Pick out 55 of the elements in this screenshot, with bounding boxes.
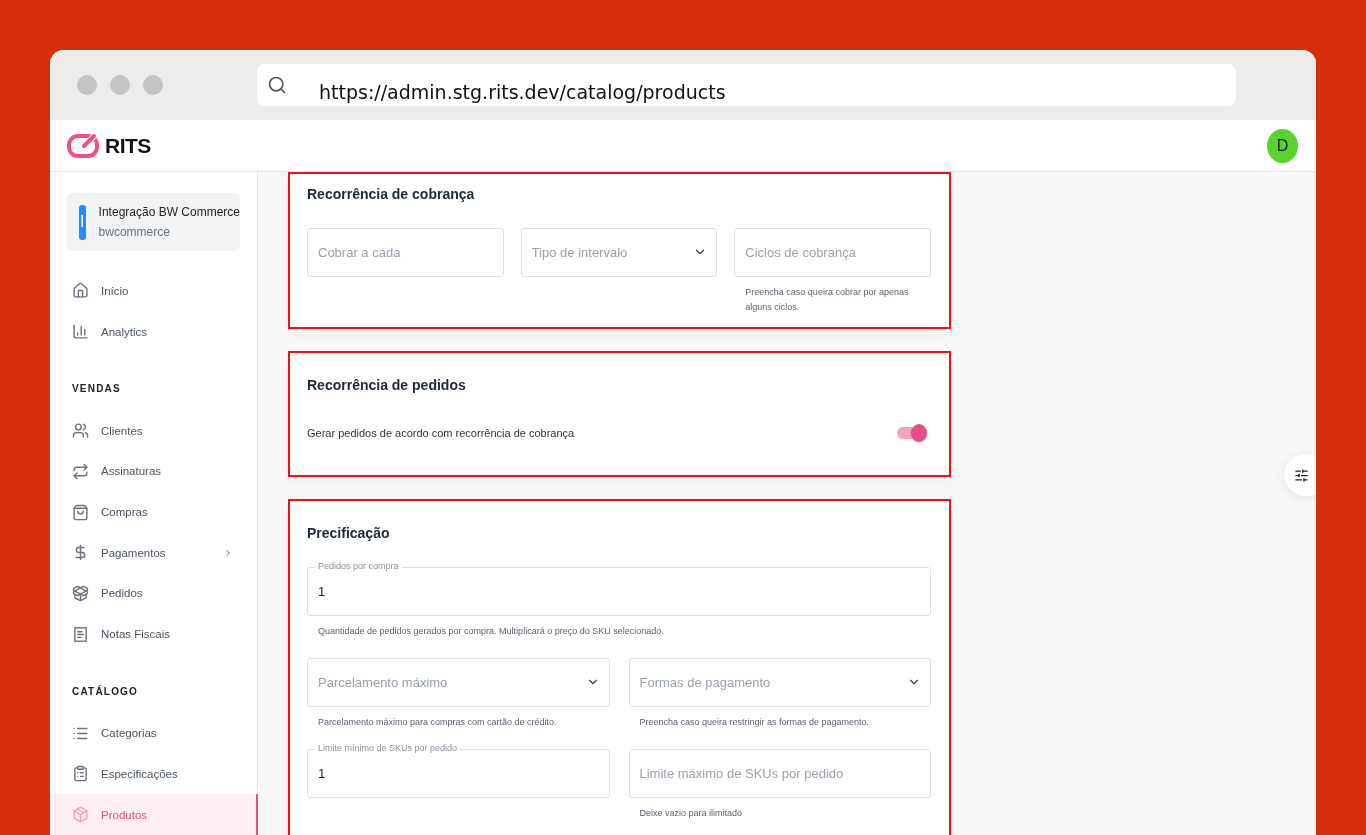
- window-dot: [110, 75, 130, 95]
- helper-text: Deixe vazio para ilimitado: [638, 807, 744, 820]
- receipt-icon: [72, 625, 89, 643]
- sidebar-item[interactable]: Assinaturas: [50, 451, 257, 492]
- sidebar-item[interactable]: Clientes: [50, 410, 257, 451]
- input-field[interactable]: Cobrar a cada: [307, 228, 504, 277]
- sidebar-item[interactable]: Categorias: [50, 712, 257, 754]
- card-title: Precificação: [307, 525, 391, 541]
- chevron-right-icon: [223, 547, 233, 558]
- select-field[interactable]: Tipo de intervalo: [520, 228, 718, 277]
- url-text: https://admin.stg.rits.dev/catalog/products: [319, 81, 726, 103]
- address-bar[interactable]: https://admin.stg.rits.dev/catalog/products: [257, 64, 1236, 106]
- input-field[interactable]: Ciclos de cobrança: [734, 228, 931, 277]
- field-label: Pedidos por compra: [315, 561, 402, 571]
- sliders-icon: [1294, 467, 1309, 483]
- helper-text: Parcelamento máximo para compras com cartão de crédito.: [317, 716, 558, 729]
- section-heading: VENDAS: [71, 382, 122, 397]
- users-icon: [72, 422, 89, 440]
- workspace-initial: I: [79, 204, 86, 240]
- chart-icon: [72, 323, 89, 341]
- workspace-slug: bwcommerce: [98, 225, 171, 240]
- logo-text: RITS: [105, 133, 151, 158]
- home-icon: [72, 282, 89, 300]
- helper-text: Quantidade de pedidos gerados por compra. Multiplicará o preço do SKU selecionado.: [317, 625, 665, 638]
- sidebar-item[interactable]: Especificações: [50, 753, 257, 795]
- toggle-switch[interactable]: [897, 423, 927, 443]
- helper-text: Preencha caso queira cobrar por apenas alguns ciclos.: [744, 286, 910, 314]
- user-avatar[interactable]: D: [1267, 128, 1298, 163]
- search-icon: [267, 75, 287, 95]
- select-field[interactable]: Parcelamento máximo: [307, 658, 610, 707]
- repeat-icon: [72, 462, 89, 480]
- select-field[interactable]: Formas de pagamento: [628, 658, 931, 707]
- input-field[interactable]: Limite máximo de SKUs por pedido: [628, 749, 931, 798]
- card-title: Recorrência de pedidos: [307, 377, 467, 393]
- sidebar-item[interactable]: Pagamentos: [50, 532, 257, 574]
- logo-icon: [67, 132, 101, 159]
- workspace-card[interactable]: I Integração BW Commerce bwcommerce: [67, 193, 240, 252]
- sidebar-item[interactable]: Início: [50, 270, 257, 312]
- window-dot: [143, 75, 163, 95]
- clipboard-icon: [72, 765, 89, 783]
- sidebar-item[interactable]: Notas Fiscais: [50, 613, 257, 655]
- workspace-name: Integração BW Commerce: [98, 205, 240, 220]
- bag-icon: [72, 503, 89, 521]
- sidebar-item[interactable]: Pedidos: [50, 573, 257, 614]
- settings-button[interactable]: [1284, 454, 1316, 496]
- window-dot: [77, 75, 97, 95]
- box-icon: [72, 584, 89, 602]
- field-label: Limite mínimo de SKUs por pedido: [315, 743, 461, 753]
- package-icon: [72, 806, 89, 824]
- sidebar-item[interactable]: Compras: [50, 491, 257, 533]
- helper-text: Preencha caso queira restringir as formas de pagamento.: [638, 716, 871, 729]
- toggle-label: Gerar pedidos de acordo com recorrência de cobrança: [307, 427, 575, 439]
- sidebar-item[interactable]: Analytics: [50, 311, 257, 352]
- section-heading: CATÁLOGO: [71, 684, 140, 700]
- card-title: Recorrência de cobrança: [307, 186, 476, 202]
